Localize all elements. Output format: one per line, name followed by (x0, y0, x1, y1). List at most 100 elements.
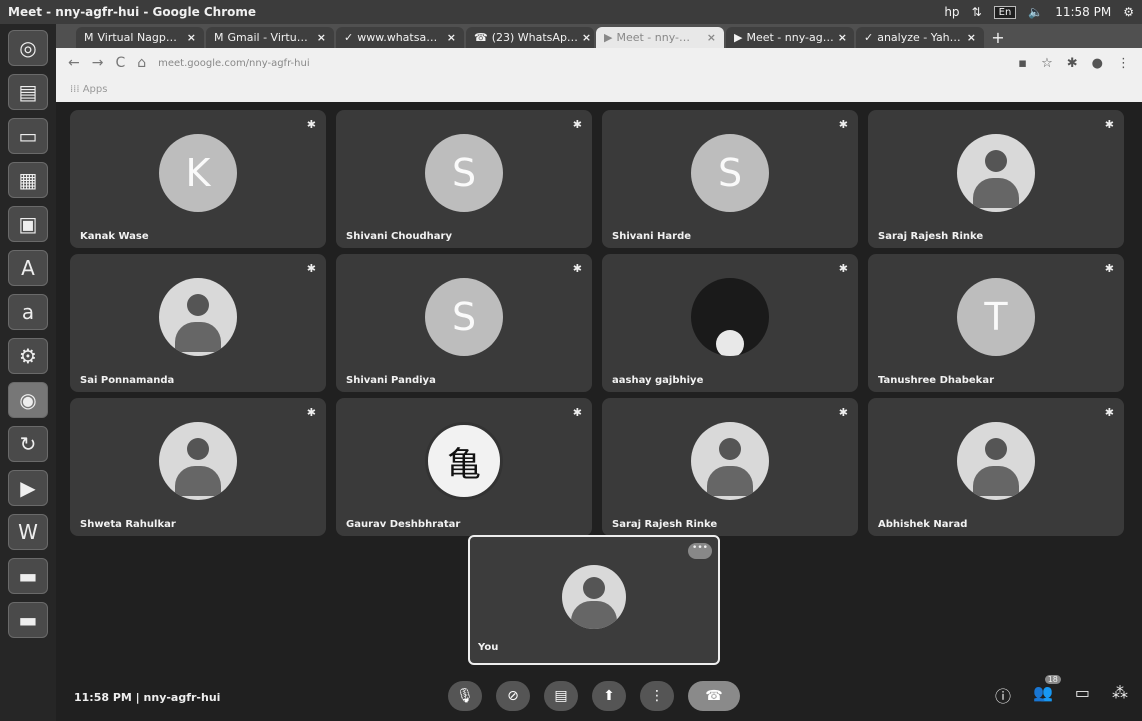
volume-icon[interactable]: 🔈 (1028, 5, 1043, 19)
tab-label: (23) WhatsAp… (491, 31, 578, 44)
pin-icon[interactable]: ✱ (839, 406, 848, 419)
pin-icon[interactable]: ✱ (307, 118, 316, 131)
profile-icon[interactable]: ● (1092, 56, 1103, 71)
participant-tile[interactable]: ✱ K Kanak Wase (70, 110, 326, 248)
new-tab-button[interactable]: + (986, 27, 1010, 48)
self-view-tile[interactable]: ••• You (468, 535, 720, 665)
participant-tile[interactable]: ✱ T Tanushree Dhabekar (868, 254, 1124, 392)
pin-icon[interactable]: ✱ (1105, 406, 1114, 419)
apps-bookmark[interactable]: Apps (83, 84, 108, 95)
tab-label: Meet - nny-ag… (746, 31, 834, 44)
participant-tile[interactable]: ✱ aashay gajbhiye (602, 254, 858, 392)
menu-icon[interactable]: ⋮ (1117, 56, 1130, 71)
info-icon[interactable]: ⓘ (995, 683, 1011, 707)
participant-name: Kanak Wase (80, 231, 149, 242)
update-icon[interactable]: ↻ (8, 426, 48, 462)
participant-tile[interactable]: ✱ S Shivani Harde (602, 110, 858, 248)
gear-icon[interactable]: ⚙ (1123, 5, 1134, 19)
keyboard-language[interactable]: En (993, 5, 1017, 19)
participant-name: Shweta Rahulkar (80, 519, 176, 530)
participant-tile[interactable]: ✱ Abhishek Narad (868, 398, 1124, 536)
pin-icon[interactable]: ✱ (573, 406, 582, 419)
home-icon[interactable]: ◎ (8, 30, 48, 66)
close-icon[interactable]: × (582, 31, 591, 44)
participant-tile[interactable]: ✱ Shweta Rahulkar (70, 398, 326, 536)
reload-icon[interactable]: C (115, 55, 125, 71)
present-screen-icon[interactable]: ⬆ (592, 681, 626, 711)
home-icon[interactable]: ⌂ (137, 55, 146, 71)
url-field[interactable]: meet.google.com/nny-agfr-hui (158, 58, 1006, 69)
close-icon[interactable]: × (447, 31, 456, 44)
document-icon[interactable]: ▭ (8, 118, 48, 154)
more-options-icon[interactable]: ••• (688, 543, 712, 559)
camera-icon[interactable]: ▪ (1018, 56, 1027, 71)
participant-tile[interactable]: ✱ S Shivani Choudhary (336, 110, 592, 248)
star-icon[interactable]: ☆ (1041, 56, 1053, 71)
tab-gmail[interactable]: M Gmail - Virtu… × (206, 27, 334, 48)
drive-icon[interactable]: ▬ (8, 558, 48, 594)
chat-icon[interactable]: ▭ (1075, 683, 1090, 707)
people-icon[interactable]: 👥 18 (1033, 675, 1061, 707)
participant-tile[interactable]: ✱ Sai Ponnamanda (70, 254, 326, 392)
participant-tile[interactable]: ✱ Saraj Rajesh Rinke (602, 398, 858, 536)
microphone-icon[interactable]: 🎙 (448, 681, 482, 711)
avatar: 亀 (425, 422, 503, 501)
pin-icon[interactable]: ✱ (573, 262, 582, 275)
tab-label: www.whatsa… (357, 31, 438, 44)
tab-favicon: ▶ (604, 31, 613, 44)
avatar (159, 278, 237, 357)
tab-favicon: ✓ (344, 31, 354, 44)
clock[interactable]: 11:58 PM (1055, 5, 1111, 19)
files-icon[interactable]: ▤ (8, 74, 48, 110)
pin-icon[interactable]: ✱ (307, 262, 316, 275)
tab-analyze[interactable]: ✓ analyze - Yah… × (856, 27, 984, 48)
tab-whatsapp[interactable]: ☎ (23) WhatsAp… × (466, 27, 594, 48)
extensions-icon[interactable]: ✱ (1067, 56, 1078, 71)
more-options-icon[interactable]: ⋮ (640, 681, 674, 711)
self-name: You (478, 642, 499, 653)
tab-label: Gmail - Virtu… (227, 31, 308, 44)
chrome-icon[interactable]: ◉ (8, 382, 48, 418)
settings-icon[interactable]: ⚙ (8, 338, 48, 374)
tab-meet[interactable]: ▶ Meet - nny-ag… × (726, 27, 854, 48)
hp-icon: hp (944, 5, 960, 19)
network-icon[interactable]: ⇅ (972, 5, 982, 19)
pin-icon[interactable]: ✱ (307, 406, 316, 419)
tab-meet-active[interactable]: ▶ Meet - nny-… × (596, 27, 724, 48)
video-icon[interactable]: ▶ (8, 470, 48, 506)
forward-icon[interactable]: → (92, 55, 104, 71)
participant-name: Saraj Rajesh Rinke (612, 519, 718, 530)
font-viewer-icon[interactable]: A (8, 250, 48, 286)
tab-label: analyze - Yah… (877, 31, 961, 44)
leave-call-button[interactable]: ☎ (688, 681, 740, 711)
participant-tile[interactable]: ✱ Saraj Rajesh Rinke (868, 110, 1124, 248)
tab-virtual[interactable]: M Virtual Nagp… × (76, 27, 204, 48)
pin-icon[interactable]: ✱ (1105, 262, 1114, 275)
pin-icon[interactable]: ✱ (839, 262, 848, 275)
wps-icon[interactable]: W (8, 514, 48, 550)
amazon-icon[interactable]: a (8, 294, 48, 330)
close-icon[interactable]: × (317, 31, 326, 44)
participant-tile[interactable]: ✱ 亀 Gaurav Deshbhratar (336, 398, 592, 536)
captions-icon[interactable]: ▤ (544, 681, 578, 711)
back-icon[interactable]: ← (68, 55, 80, 71)
meet-stage: ✱ K Kanak Wase ✱ S Shivani Choudhary ✱ S… (56, 102, 1142, 721)
activities-icon[interactable]: ⁂ (1112, 683, 1128, 707)
tab-whatsa[interactable]: ✓ www.whatsa… × (336, 27, 464, 48)
tab-favicon: M (84, 31, 94, 44)
presentation-icon[interactable]: ▣ (8, 206, 48, 242)
apps-icon[interactable]: ⁞⁞⁞ (70, 84, 83, 95)
participant-tile[interactable]: ✱ S Shivani Pandiya (336, 254, 592, 392)
participant-name: Abhishek Narad (878, 519, 968, 530)
pin-icon[interactable]: ✱ (1105, 118, 1114, 131)
pin-icon[interactable]: ✱ (573, 118, 582, 131)
pin-icon[interactable]: ✱ (839, 118, 848, 131)
close-icon[interactable]: × (187, 31, 196, 44)
close-icon[interactable]: × (838, 31, 847, 44)
participant-name: Shivani Harde (612, 231, 692, 242)
spreadsheet-icon[interactable]: ▦ (8, 162, 48, 198)
close-icon[interactable]: × (707, 31, 716, 44)
drive-icon-2[interactable]: ▬ (8, 602, 48, 638)
close-icon[interactable]: × (967, 31, 976, 44)
camera-off-icon[interactable]: ⊘ (496, 681, 530, 711)
